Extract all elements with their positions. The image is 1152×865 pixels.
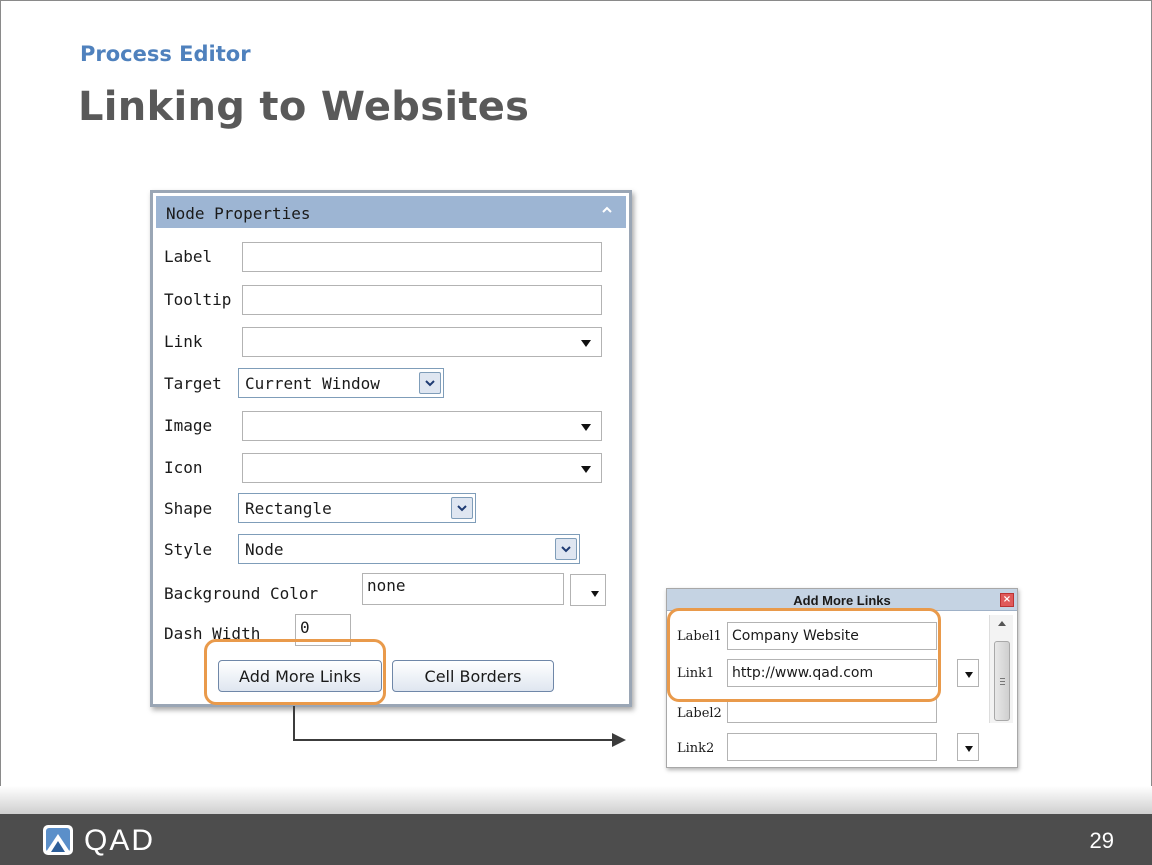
scroll-up-icon[interactable] <box>998 621 1006 626</box>
label2-field-label: Label2 <box>677 706 722 721</box>
qad-logo-text: QAD <box>84 824 156 857</box>
link2-input[interactable] <box>727 733 937 761</box>
link1-select[interactable] <box>957 659 979 687</box>
dropdown-arrow-icon <box>965 672 973 678</box>
footer-fade <box>0 786 1152 814</box>
link2-select[interactable] <box>957 733 979 761</box>
link-rows-highlight <box>667 608 941 702</box>
scrollbar-thumb[interactable] <box>994 641 1010 721</box>
grip-icon <box>1000 678 1005 685</box>
qad-logo-icon <box>43 825 73 855</box>
footer-bar: QAD 29 <box>0 814 1152 865</box>
close-icon[interactable]: × <box>1000 593 1014 607</box>
dropdown-arrow-icon <box>965 746 973 752</box>
dialog-title: Add More Links <box>793 593 891 608</box>
link2-field-label: Link2 <box>677 741 715 756</box>
label2-input[interactable] <box>727 699 937 723</box>
page-number: 29 <box>1089 828 1114 853</box>
dialog-scrollbar[interactable] <box>989 615 1013 723</box>
